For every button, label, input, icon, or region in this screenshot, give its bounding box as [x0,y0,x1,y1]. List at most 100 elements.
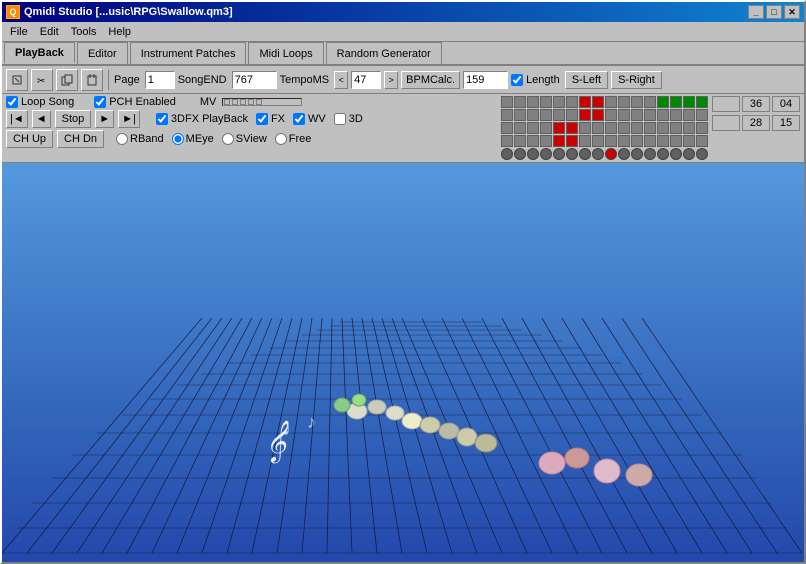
seq-cell-0-15[interactable] [696,96,708,108]
seq-cell-0-1[interactable] [514,96,526,108]
seq-cell-1-5[interactable] [566,109,578,121]
s-left-button[interactable]: S-Left [565,71,608,89]
seq-cell-0-10[interactable] [631,96,643,108]
seq-cell-1-13[interactable] [670,109,682,121]
fx-checkbox[interactable] [256,113,268,125]
seq-ind-13[interactable] [670,148,682,160]
dfx-playback-label[interactable]: 3DFX PlayBack [156,113,248,125]
free-radio[interactable] [275,133,287,145]
seq-cell-2-14[interactable] [683,122,695,134]
tab-editor[interactable]: Editor [77,42,128,64]
seq-cell-3-14[interactable] [683,135,695,147]
ch-dn-button[interactable]: CH Dn [57,130,104,148]
seq-ind-14[interactable] [683,148,695,160]
seq-cell-2-1[interactable] [514,122,526,134]
seq-cell-3-3[interactable] [540,135,552,147]
seq-ind-10[interactable] [631,148,643,160]
seq-cell-0-2[interactable] [527,96,539,108]
seq-cell-0-9[interactable] [618,96,630,108]
seq-ind-7[interactable] [592,148,604,160]
seq-ind-1[interactable] [514,148,526,160]
next-next-button[interactable]: ►| [118,110,140,128]
seq-cell-2-4[interactable] [553,122,565,134]
seq-cell-0-7[interactable] [592,96,604,108]
mv-slider[interactable] [222,98,302,106]
seq-cell-0-4[interactable] [553,96,565,108]
loop-song-label[interactable]: Loop Song [6,96,74,108]
seq-cell-2-8[interactable] [605,122,617,134]
seq-ind-9[interactable] [618,148,630,160]
seq-cell-1-2[interactable] [527,109,539,121]
song-end-input[interactable] [232,71,277,89]
seq-ind-0[interactable] [501,148,513,160]
prev-prev-button[interactable]: |◄ [6,110,28,128]
seq-cell-0-6[interactable] [579,96,591,108]
length-checkbox[interactable] [511,74,523,86]
seq-cell-3-13[interactable] [670,135,682,147]
seq-cell-0-11[interactable] [644,96,656,108]
ch-up-button[interactable]: CH Up [6,130,53,148]
seq-cell-0-5[interactable] [566,96,578,108]
seq-cell-1-10[interactable] [631,109,643,121]
3d-label[interactable]: 3D [334,113,363,125]
menu-file[interactable]: File [4,24,34,40]
3d-checkbox[interactable] [334,113,346,125]
seq-cell-0-13[interactable] [670,96,682,108]
rband-label[interactable]: RBand [116,133,164,145]
s-right-button[interactable]: S-Right [611,71,662,89]
seq-cell-3-6[interactable] [579,135,591,147]
seq-cell-3-10[interactable] [631,135,643,147]
wv-label[interactable]: WV [293,113,326,125]
seq-cell-2-2[interactable] [527,122,539,134]
seq-cell-3-2[interactable] [527,135,539,147]
seq-cell-2-13[interactable] [670,122,682,134]
seq-ind-11[interactable] [644,148,656,160]
bpm-value-input[interactable] [463,71,508,89]
tab-instrument-patches[interactable]: Instrument Patches [130,42,247,64]
stop-button[interactable]: Stop [55,110,92,128]
seq-cell-3-1[interactable] [514,135,526,147]
minimize-button[interactable]: _ [748,5,764,19]
seq-cell-0-0[interactable] [501,96,513,108]
seq-cell-3-15[interactable] [696,135,708,147]
tab-playback[interactable]: PlayBack [4,42,75,64]
sview-radio[interactable] [222,133,234,145]
meye-label[interactable]: MEye [172,133,214,145]
seq-ind-4[interactable] [553,148,565,160]
seq-cell-3-7[interactable] [592,135,604,147]
sview-label[interactable]: SView [222,133,267,145]
page-input[interactable] [145,71,175,89]
dfx-playback-checkbox[interactable] [156,113,168,125]
seq-cell-1-14[interactable] [683,109,695,121]
menu-edit[interactable]: Edit [34,24,65,40]
seq-cell-2-9[interactable] [618,122,630,134]
seq-cell-0-3[interactable] [540,96,552,108]
seq-cell-2-15[interactable] [696,122,708,134]
seq-cell-2-3[interactable] [540,122,552,134]
close-button[interactable]: ✕ [784,5,800,19]
prev-button[interactable]: ◄ [32,110,51,128]
menu-tools[interactable]: Tools [65,24,103,40]
rband-radio[interactable] [116,133,128,145]
free-label[interactable]: Free [275,133,312,145]
bpm-calc-button[interactable]: BPMCalc. [401,71,460,89]
seq-cell-2-7[interactable] [592,122,604,134]
tempo-left-btn[interactable]: < [334,71,348,89]
seq-cell-0-14[interactable] [683,96,695,108]
seq-cell-3-5[interactable] [566,135,578,147]
tab-midi-loops[interactable]: Midi Loops [248,42,323,64]
seq-cell-1-15[interactable] [696,109,708,121]
seq-cell-1-6[interactable] [579,109,591,121]
main-3d-view[interactable]: 𝄞 ♩ ♪ [2,163,804,564]
tempo-input[interactable] [351,71,381,89]
seq-cell-3-8[interactable] [605,135,617,147]
seq-cell-2-6[interactable] [579,122,591,134]
seq-cell-3-12[interactable] [657,135,669,147]
seq-cell-1-0[interactable] [501,109,513,121]
seq-cell-3-9[interactable] [618,135,630,147]
seq-cell-3-4[interactable] [553,135,565,147]
seq-ind-8[interactable] [605,148,617,160]
toolbar-paste-btn[interactable] [81,69,103,91]
maximize-button[interactable]: □ [766,5,782,19]
seq-ind-2[interactable] [527,148,539,160]
